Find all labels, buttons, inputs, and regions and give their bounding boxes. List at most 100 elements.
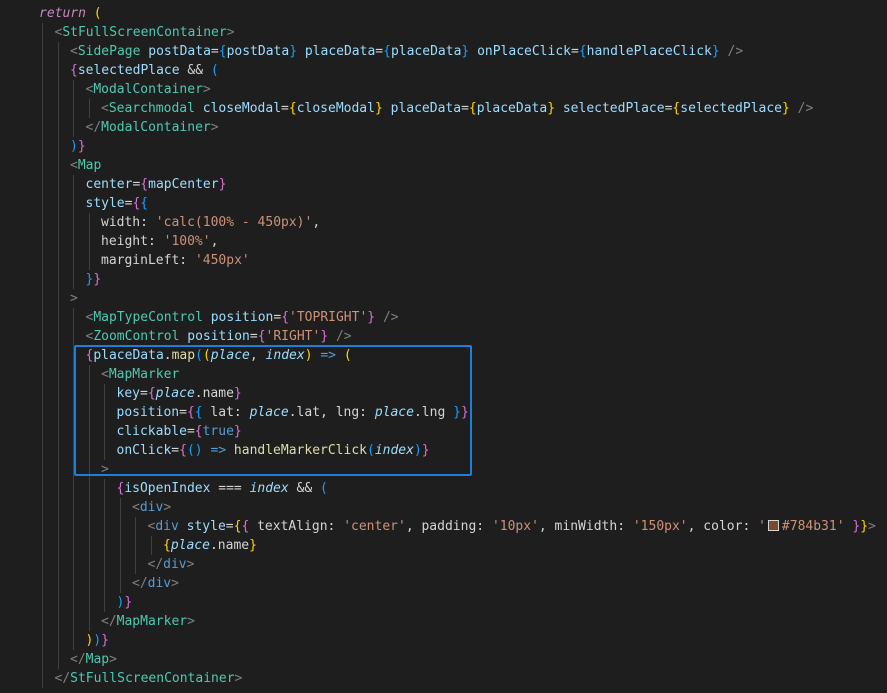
- code-token: =: [461, 101, 469, 116]
- code-token: }: [77, 139, 86, 154]
- code-token: MapTypeControl: [93, 310, 203, 325]
- code-token: 'TOPRIGHT': [289, 310, 368, 325]
- code-token: #784b31': [781, 519, 845, 534]
- code-token: '150px': [632, 519, 688, 534]
- code-line: </Map>: [0, 650, 887, 669]
- code-token: </: [132, 576, 148, 591]
- code-token: placeData: [304, 44, 376, 59]
- code-line: ))}: [0, 631, 887, 650]
- code-token: , minWidth: [538, 519, 618, 534]
- code-token: ZoomControl: [93, 329, 180, 344]
- code-token: }: [289, 44, 298, 59]
- code-line: <ZoomControl position={'RIGHT'} />: [0, 327, 887, 346]
- code-token: :: [327, 519, 344, 534]
- code-token: :: [476, 519, 492, 534]
- code-token: }: [218, 177, 227, 192]
- code-token: >: [186, 557, 195, 572]
- code-token: <: [70, 44, 78, 59]
- code-line: </ModalContainer>: [0, 118, 887, 137]
- code-token: position: [210, 310, 274, 325]
- code-token: place: [170, 538, 210, 553]
- code-token: </: [147, 557, 164, 572]
- code-token: (: [320, 481, 328, 496]
- code-token: ): [70, 139, 78, 154]
- code-token: }: [860, 519, 869, 534]
- code-editor[interactable]: return (<StFullScreenContainer> <SidePage…: [0, 0, 887, 693]
- code-token: isOpenIndex: [124, 481, 211, 496]
- code-token: }: [782, 101, 790, 116]
- code-token: :: [742, 519, 759, 534]
- code-token: 'calc(100% - 450px)': [155, 215, 313, 230]
- code-line: )}: [0, 137, 887, 156]
- code-token: , color: [687, 519, 743, 534]
- code-token: div: [139, 500, 164, 515]
- code-token: &&: [288, 481, 321, 496]
- code-token: =: [210, 44, 219, 59]
- code-token: }: [711, 44, 720, 59]
- code-line: </MapMarker>: [0, 612, 887, 631]
- code-token: Map: [77, 158, 102, 173]
- code-token: closeModal: [202, 101, 282, 116]
- code-token: >: [171, 576, 179, 591]
- code-token: >: [202, 82, 211, 97]
- code-token: style: [85, 196, 125, 211]
- code-token: selectedPlace: [562, 101, 665, 116]
- code-token: selectedPlace: [77, 63, 180, 78]
- code-token: {: [70, 63, 78, 78]
- code-token: :: [617, 519, 633, 534]
- code-line: >: [0, 289, 887, 308]
- code-token: :: [147, 234, 164, 249]
- code-token: .name: [209, 538, 250, 553]
- code-token: }: [547, 101, 556, 116]
- code-token: :: [140, 215, 156, 230]
- code-token: , padding: [405, 519, 477, 534]
- code-token: }: [93, 272, 102, 287]
- code-token: width: [101, 215, 141, 230]
- code-token: placeData: [476, 101, 548, 116]
- code-token: (: [93, 6, 102, 21]
- code-token: >: [163, 500, 172, 515]
- code-token: ,: [210, 234, 219, 249]
- code-token: >: [234, 671, 243, 686]
- code-token: >: [109, 652, 117, 667]
- code-line: <MapTypeControl position={'TOPRIGHT'} />: [0, 308, 887, 327]
- color-swatch-icon: [767, 520, 779, 531]
- code-token: index: [249, 481, 289, 496]
- code-line: marginLeft: '450px': [0, 251, 887, 270]
- code-token: marginLeft: [101, 253, 180, 268]
- code-token: {: [140, 196, 149, 211]
- code-line: </div>: [0, 574, 887, 593]
- code-token: >: [210, 120, 219, 135]
- code-line: <Map: [0, 156, 887, 175]
- code-token: </: [101, 614, 117, 629]
- code-token: }: [124, 595, 133, 610]
- code-token: {: [140, 177, 149, 192]
- code-token: </: [85, 120, 102, 135]
- code-line: <ModalContainer>: [0, 80, 887, 99]
- code-token: />: [789, 101, 814, 116]
- code-token: =: [375, 44, 384, 59]
- code-token: center: [85, 177, 133, 192]
- code-token: &&: [179, 63, 211, 78]
- code-token: <: [101, 101, 109, 116]
- code-token: />: [375, 310, 399, 325]
- code-token: }: [101, 633, 109, 648]
- code-line: }}: [0, 270, 887, 289]
- code-line: return (: [0, 4, 887, 23]
- code-token: </: [54, 671, 71, 686]
- code-token: Map: [85, 652, 110, 667]
- code-token: />: [328, 329, 352, 344]
- code-token: 'RIGHT': [265, 329, 321, 344]
- code-token: SidePage: [77, 44, 141, 59]
- code-line: <StFullScreenContainer>: [0, 23, 887, 42]
- code-token: {: [281, 310, 290, 325]
- code-line: <div style={{ textAlign: 'center', paddi…: [0, 517, 887, 536]
- code-line: )}: [0, 593, 887, 612]
- code-token: ModalContainer: [93, 82, 203, 97]
- code-line: style={{: [0, 194, 887, 213]
- code-token: {: [288, 101, 297, 116]
- code-token: '10px': [491, 519, 539, 534]
- code-token: =: [249, 329, 258, 344]
- code-token: {: [468, 101, 477, 116]
